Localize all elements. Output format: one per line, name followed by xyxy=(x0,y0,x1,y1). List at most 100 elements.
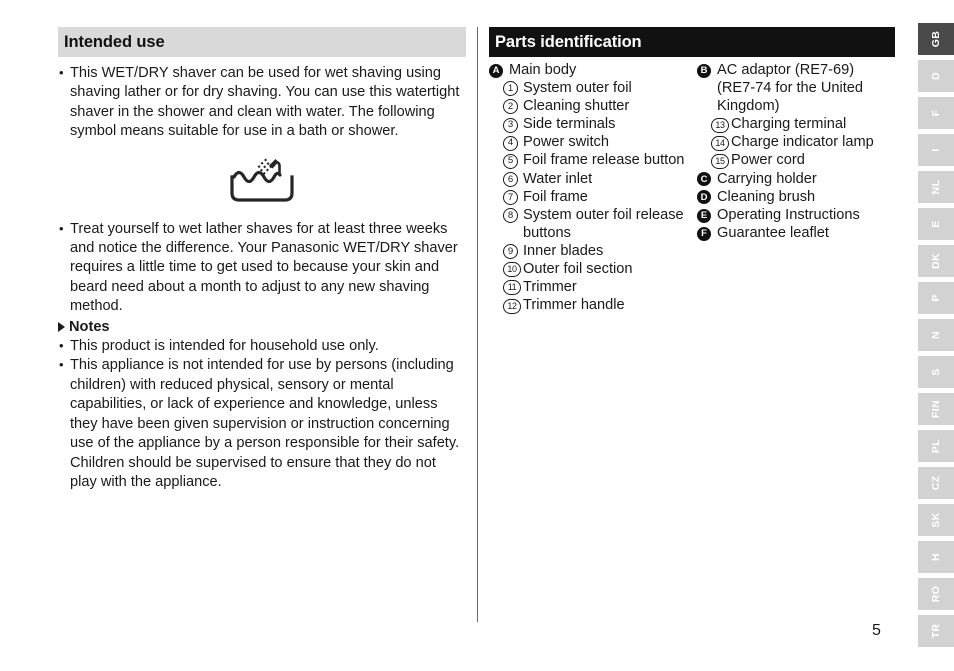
parts-list-item: 5 Foil frame release button xyxy=(489,152,697,170)
parts-list-item: Kingdom) xyxy=(697,98,895,116)
language-tab-label: I xyxy=(930,148,942,152)
language-tab-pl[interactable]: PL xyxy=(918,430,954,462)
language-tab-fin[interactable]: FIN xyxy=(918,393,954,425)
language-tab-label: GB xyxy=(930,30,942,48)
circled-letter-d-icon: D xyxy=(697,189,716,207)
language-tab-label: D xyxy=(930,72,942,80)
language-tab-label: CZ xyxy=(930,475,942,491)
parts-list-item: 12 Trimmer handle xyxy=(489,297,697,315)
circled-number-7-icon: 7 xyxy=(503,189,522,207)
parts-list-item-label: Guarantee leaflet xyxy=(717,224,829,241)
language-tab-label: E xyxy=(930,220,942,228)
language-tab-e[interactable]: E xyxy=(918,208,954,240)
language-tab-n[interactable]: N xyxy=(918,319,954,351)
circled-number-glyph: 15 xyxy=(711,153,729,169)
parts-list-item: 10 Outer foil section xyxy=(489,261,697,279)
parts-list-item-label: Operating Instructions xyxy=(717,206,860,223)
circled-number-glyph: 8 xyxy=(503,208,518,224)
circled-number-glyph: 11 xyxy=(503,280,521,296)
no-marker-spacer xyxy=(697,80,716,98)
circled-number-14-icon: 14 xyxy=(711,134,730,152)
parts-list-column-b: B AC adaptor (RE7-69) (RE7-74 for the Unit… xyxy=(697,62,895,315)
circled-number-glyph: 13 xyxy=(711,117,729,133)
language-tab-i[interactable]: I xyxy=(918,134,954,166)
language-tab-label: RO xyxy=(930,585,942,603)
circled-number-10-icon: 10 xyxy=(503,261,522,279)
circled-letter-b-icon: B xyxy=(697,62,716,80)
language-tab-label: TR xyxy=(930,623,942,639)
circled-number-glyph: 4 xyxy=(503,135,518,151)
language-tab-s[interactable]: S xyxy=(918,356,954,388)
page-number: 5 xyxy=(872,622,881,639)
parts-list-item: F Guarantee leaflet xyxy=(697,225,895,243)
circled-letter-glyph: A xyxy=(489,63,503,78)
parts-list-item-label: buttons xyxy=(523,224,571,241)
circled-number-11-icon: 11 xyxy=(503,279,522,297)
language-tab-strip[interactable]: GB D F I NL E DK P N S FIN PL CZ SK H RO TR xyxy=(918,23,954,652)
column-divider xyxy=(477,27,478,622)
intended-use-body: This WET/DRY shaver can be used for wet … xyxy=(58,57,466,492)
circled-number-glyph: 7 xyxy=(503,189,518,205)
bath-shower-symbol-wrap xyxy=(58,156,466,204)
circled-number-glyph: 2 xyxy=(503,99,518,115)
intended-use-section: Intended use This WET/DRY shaver can be … xyxy=(58,27,466,492)
circled-number-4-icon: 4 xyxy=(503,134,522,152)
language-tab-label: H xyxy=(930,553,942,561)
circled-number-6-icon: 6 xyxy=(503,171,522,189)
notes-list: This product is intended for household u… xyxy=(58,336,466,492)
parts-list-item-label: Power cord xyxy=(731,152,805,169)
language-tab-nl[interactable]: NL xyxy=(918,171,954,203)
language-tab-label: SK xyxy=(930,512,942,528)
circled-letter-a-icon: A xyxy=(489,62,508,80)
circled-number-glyph: 9 xyxy=(503,244,518,260)
language-tab-gb[interactable]: GB xyxy=(918,23,954,55)
parts-list-item: (RE7-74 for the United xyxy=(697,80,895,98)
parts-list-column-a: A Main body 1 System outer foil 2 Cleaning sh… xyxy=(489,62,697,315)
parts-list-item: 14 Charge indicator lamp xyxy=(697,134,895,152)
parts-list-item-label: System outer foil xyxy=(523,80,632,97)
language-tab-tr[interactable]: TR xyxy=(918,615,954,647)
circled-number-12-icon: 12 xyxy=(503,297,522,315)
language-tab-ro[interactable]: RO xyxy=(918,578,954,610)
intended-use-bullet-list-2: Treat yourself to wet lather shaves for … xyxy=(58,219,466,317)
language-tab-p[interactable]: P xyxy=(918,282,954,314)
circled-letter-glyph: B xyxy=(697,63,711,78)
language-tab-f[interactable]: F xyxy=(918,97,954,129)
circled-number-2-icon: 2 xyxy=(503,98,522,116)
language-tab-label: FIN xyxy=(930,399,942,419)
bath-shower-symbol xyxy=(230,158,294,202)
circled-number-15-icon: 15 xyxy=(711,152,730,170)
language-tab-cz[interactable]: CZ xyxy=(918,467,954,499)
parts-list-item-label: System outer foil release xyxy=(523,206,684,223)
list-item: This product is intended for household u… xyxy=(58,336,466,356)
parts-list-item-label: Inner blades xyxy=(523,242,604,259)
parts-list-item: 4 Power switch xyxy=(489,134,697,152)
parts-list-item: 8 System outer foil release xyxy=(489,207,697,225)
language-tab-dk[interactable]: DK xyxy=(918,245,954,277)
parts-list-item-label: Foil frame release button xyxy=(523,152,685,169)
language-tab-d[interactable]: D xyxy=(918,60,954,92)
parts-list-item-label: Trimmer handle xyxy=(523,297,625,314)
notes-heading-label: Notes xyxy=(69,318,110,335)
circled-number-1-icon: 1 xyxy=(503,80,522,98)
language-tab-label: NL xyxy=(930,179,942,195)
circled-number-glyph: 3 xyxy=(503,117,518,133)
parts-list-item-label: AC adaptor (RE7-69) xyxy=(717,62,855,78)
parts-identification-section: Parts identification A Main body 1 System o… xyxy=(489,27,895,315)
intended-use-bullet-list-1: This WET/DRY shaver can be used for wet … xyxy=(58,63,466,142)
parts-columns: A Main body 1 System outer foil 2 Cleaning sh… xyxy=(489,62,895,315)
parts-list-item-label: Charging terminal xyxy=(731,116,847,133)
no-marker-spacer xyxy=(503,225,522,243)
no-marker-spacer xyxy=(697,98,716,116)
list-item: Treat yourself to wet lather shaves for … xyxy=(58,219,466,317)
parts-list-item-label: Foil frame xyxy=(523,188,588,205)
language-tab-h[interactable]: H xyxy=(918,541,954,573)
circled-letter-glyph: F xyxy=(697,226,711,241)
parts-list-item-label: Power switch xyxy=(523,134,609,151)
parts-list-item: B AC adaptor (RE7-69) xyxy=(697,62,895,80)
triangle-marker-icon xyxy=(58,322,65,333)
parts-list-item: 15 Power cord xyxy=(697,152,895,170)
language-tab-sk[interactable]: SK xyxy=(918,504,954,536)
circled-number-8-icon: 8 xyxy=(503,207,522,225)
parts-list-item: 6 Water inlet xyxy=(489,171,697,189)
